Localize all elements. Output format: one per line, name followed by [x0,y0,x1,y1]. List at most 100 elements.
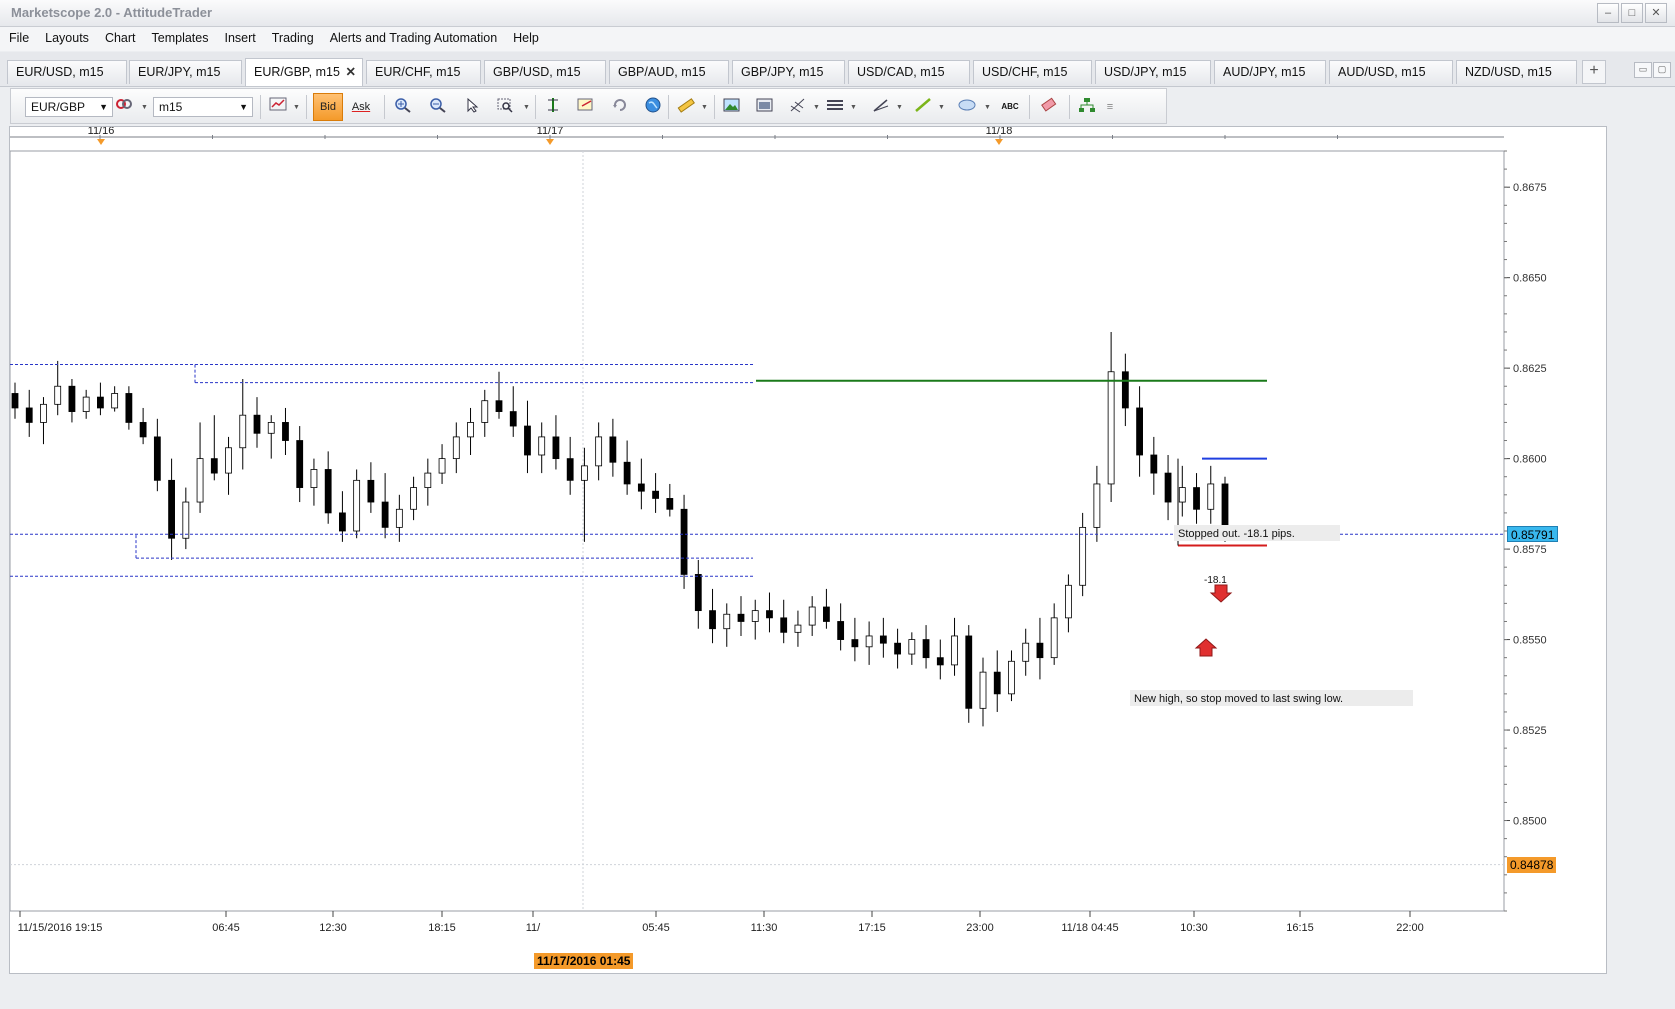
dropdown-arrow-icon[interactable]: ▼ [701,104,708,111]
globe-icon[interactable] [642,97,664,117]
eraser-icon[interactable] [1038,97,1060,117]
tab-audjpy[interactable]: AUD/JPY, m15 [1214,60,1326,84]
screenshot-icon[interactable] [754,97,776,117]
link-chain-icon[interactable] [113,97,135,117]
menu-file[interactable]: File [0,27,36,51]
cursor-icon[interactable] [461,97,483,117]
dropdown-arrow-icon[interactable]: ▼ [850,104,857,111]
close-button[interactable]: ✕ [1645,3,1667,23]
candle-body [894,642,901,655]
candle-body [111,393,119,409]
annotation-text: -18.1 [1204,575,1227,586]
menu-trading[interactable]: Trading [263,27,321,51]
fibonacci-icon[interactable] [787,97,809,117]
candle-body [965,635,973,709]
tab-usdchf[interactable]: USD/CHF, m15 [973,60,1092,84]
title-bar: Marketscope 2.0 - AttitudeTrader – □ ✕ [0,0,1675,27]
x-tick-label: 22:00 [1396,922,1424,934]
ruler-icon[interactable] [675,97,697,117]
instrument-select[interactable]: EUR/GBP ▼ [25,97,113,117]
candle-body [267,422,275,434]
candle-body [680,508,688,575]
dropdown-arrow-icon[interactable]: ▼ [896,104,903,111]
tab-usdjpy[interactable]: USD/JPY, m15 [1095,60,1211,84]
levels-icon[interactable] [824,97,846,117]
bid-button[interactable]: Bid [313,93,343,121]
close-tab-icon[interactable]: ✕ [346,59,356,85]
tab-label: AUD/USD, m15 [1338,65,1426,79]
menu-help[interactable]: Help [504,27,546,51]
zoom-in-icon[interactable] [392,97,414,117]
indicator-icon[interactable] [267,97,289,117]
candle-body [1093,483,1101,528]
ask-button[interactable]: Ask [346,97,376,117]
add-tab-button[interactable]: + [1582,60,1606,84]
candle-body [1136,407,1143,456]
tab-usdcad[interactable]: USD/CAD, m15 [848,60,970,84]
dropdown-arrow-icon[interactable]: ▼ [938,104,945,111]
dropdown-arrow-icon[interactable]: ▼ [293,104,300,111]
dropdown-arrow-icon[interactable]: ▼ [984,104,991,111]
candle-body [1207,483,1215,510]
candle-body [623,461,631,485]
ellipse-icon[interactable] [956,97,978,117]
tab-eurgbp[interactable]: EUR/GBP, m15 ✕ [245,58,363,86]
candle-body [865,635,873,648]
candle-body [1050,617,1058,659]
candle-body [1065,584,1072,619]
menu-chart[interactable]: Chart [96,27,143,51]
tab-nzdusd[interactable]: NZD/USD, m15 [1456,60,1577,84]
dropdown-arrow-icon[interactable]: ▼ [141,104,148,111]
candle-body [438,458,446,474]
tab-gbpaud[interactable]: GBP/AUD, m15 [609,60,729,84]
line-icon[interactable] [912,97,934,117]
maximize-button[interactable]: □ [1621,3,1643,23]
y-tick-label: 0.8675 [1513,182,1547,194]
dropdown-arrow-icon[interactable]: ▼ [523,104,530,111]
maximize-chart-icon[interactable]: ▢ [1653,62,1671,78]
trendline-icon[interactable] [870,97,892,117]
candle-body [879,635,887,644]
tab-label: GBP/USD, m15 [493,65,581,79]
menu-insert[interactable]: Insert [216,27,263,51]
tab-eurusd[interactable]: EUR/USD, m15 [7,60,127,84]
hierarchy-icon[interactable] [1076,97,1098,117]
candle-body [823,606,830,622]
menu-bar: File Layouts Chart Templates Insert Trad… [0,27,1675,51]
toolbar-separator [1069,95,1070,119]
zoom-out-icon[interactable] [427,97,449,117]
x-tick-label: 17:15 [858,922,886,934]
text-icon[interactable]: ABC [999,97,1021,117]
menu-alerts[interactable]: Alerts and Trading Automation [321,27,504,51]
image-icon[interactable] [721,97,743,117]
candle-body [694,574,702,612]
tab-gbpusd[interactable]: GBP/USD, m15 [484,60,606,84]
candle-body [723,613,731,630]
date-mark-label: 11/18 [986,127,1013,137]
candle-body [495,400,503,412]
zoom-area-icon[interactable] [495,97,517,117]
tab-gbpjpy[interactable]: GBP/JPY, m15 [732,60,845,84]
menu-layouts[interactable]: Layouts [36,27,96,51]
candle-body [1164,472,1172,503]
tab-label: EUR/USD, m15 [16,65,104,79]
properties-icon[interactable] [575,97,597,117]
tab-eurjpy[interactable]: EUR/JPY, m15 [129,60,242,84]
tab-label: EUR/CHF, m15 [375,65,461,79]
candle-body [751,610,759,622]
refresh-icon[interactable] [609,97,631,117]
crosshair-icon[interactable] [542,97,564,117]
minimize-button[interactable]: – [1597,3,1619,23]
price-chart[interactable]: 11/16 11/17 11/18 0.8675 0.8650 0.8625 0.8600 0… [10,127,1606,973]
dropdown-arrow-icon[interactable]: ▼ [813,104,820,111]
menu-templates[interactable]: Templates [143,27,216,51]
more-icon[interactable]: ≡ [1103,97,1117,117]
tab-eurchf[interactable]: EUR/CHF, m15 [366,60,481,84]
timeframe-select[interactable]: m15 ▼ [153,97,253,117]
restore-chart-icon[interactable]: ▭ [1634,62,1652,78]
candle-body [1022,642,1030,662]
candle-body [951,635,958,666]
chart-area[interactable]: 11/16 11/17 11/18 0.8675 0.8650 0.8625 0.8600 0… [9,126,1607,974]
y-tick-label: 0.8525 [1513,725,1547,737]
tab-audusd[interactable]: AUD/USD, m15 [1329,60,1453,84]
